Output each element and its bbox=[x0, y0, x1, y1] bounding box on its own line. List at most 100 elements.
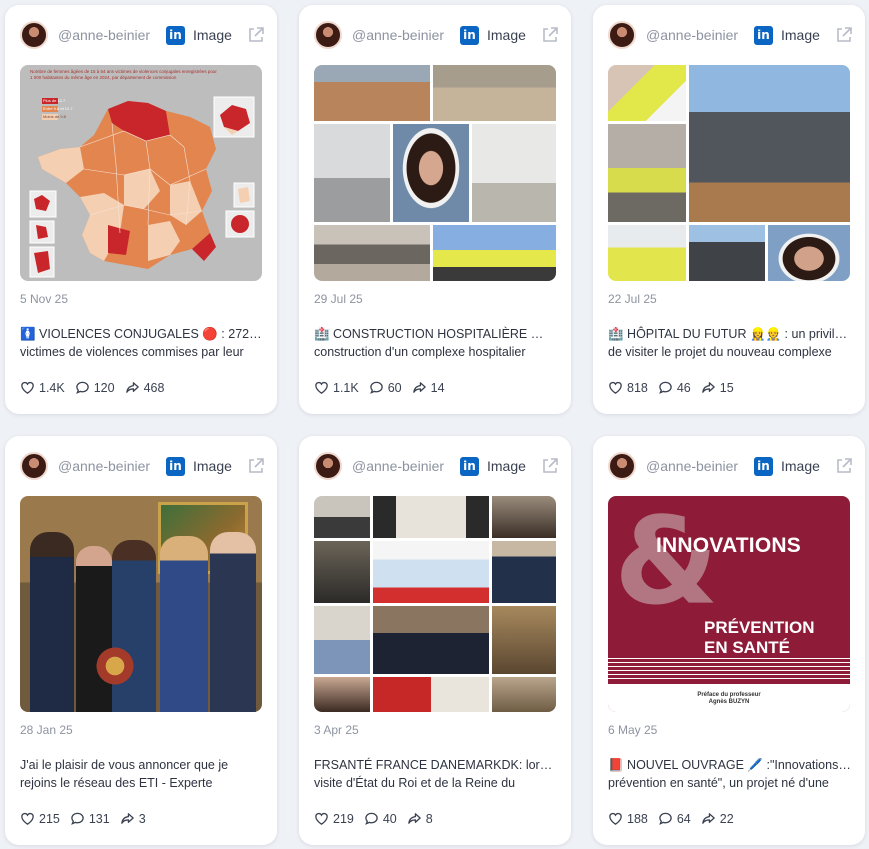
post-text-line: FRSANTÉ FRANCE DANEMARKDK: lors de la bbox=[314, 758, 558, 772]
author-handle[interactable]: @anne-beinier bbox=[646, 458, 746, 474]
likes-stat[interactable]: 188 bbox=[608, 811, 648, 826]
photo-tile bbox=[492, 606, 556, 674]
avatar[interactable] bbox=[314, 452, 342, 480]
post-grid: @anne-beinier in Image Nombre de femmes … bbox=[5, 5, 865, 845]
comments-stat[interactable]: 60 bbox=[369, 380, 402, 395]
comments-stat[interactable]: 64 bbox=[658, 811, 691, 826]
post-text-line: de visiter le projet du nouveau complexe bbox=[608, 345, 832, 359]
reposts-stat[interactable]: 22 bbox=[701, 811, 734, 826]
card-header: @anne-beinier in Image bbox=[608, 20, 853, 50]
post-stats: 1.1K 60 14 bbox=[314, 380, 455, 395]
post-text-line: victimes de violences commises par leur bbox=[20, 345, 244, 359]
photo-tile bbox=[373, 606, 489, 674]
reposts-count: 3 bbox=[138, 811, 146, 826]
post-card[interactable]: @anne-beinier in Image 29 Jul 25 🏥 CONST… bbox=[299, 5, 571, 414]
media-type-label: Image bbox=[193, 27, 232, 43]
post-image-book-cover[interactable]: & INNOVATIONS PRÉVENTION EN SANTÉ Préfac… bbox=[608, 496, 850, 712]
media-type-label: Image bbox=[487, 27, 526, 43]
post-text[interactable]: 🏥 HÔPITAL DU FUTUR 👷‍♀️👷 : un privilège … bbox=[608, 325, 852, 361]
comments-stat[interactable]: 46 bbox=[658, 380, 691, 395]
reposts-count: 22 bbox=[719, 811, 734, 826]
reposts-stat[interactable]: 8 bbox=[407, 811, 433, 826]
external-link-icon[interactable] bbox=[247, 26, 265, 44]
post-text[interactable]: 🚺 VIOLENCES CONJUGALES 🔴 : 272 400 victi… bbox=[20, 325, 264, 361]
reposts-stat[interactable]: 3 bbox=[120, 811, 146, 826]
post-card[interactable]: @anne-beinier in Image Nombre de femmes … bbox=[5, 5, 277, 414]
post-image-collage[interactable] bbox=[314, 65, 556, 281]
avatar[interactable] bbox=[608, 21, 636, 49]
external-link-icon[interactable] bbox=[541, 457, 559, 475]
share-icon bbox=[125, 382, 139, 393]
comments-stat[interactable]: 120 bbox=[75, 380, 115, 395]
share-icon bbox=[701, 382, 715, 393]
avatar[interactable] bbox=[608, 452, 636, 480]
comment-icon bbox=[365, 812, 378, 825]
photo-tile bbox=[608, 124, 686, 222]
likes-stat[interactable]: 818 bbox=[608, 380, 648, 395]
likes-stat[interactable]: 1.4K bbox=[20, 380, 65, 395]
likes-count: 219 bbox=[333, 811, 354, 826]
heart-icon bbox=[21, 381, 34, 394]
comments-stat[interactable]: 131 bbox=[70, 811, 110, 826]
post-image-photo[interactable] bbox=[20, 496, 262, 712]
author-handle[interactable]: @anne-beinier bbox=[58, 27, 158, 43]
book-author: Agnès BUZYN bbox=[708, 699, 750, 705]
avatar[interactable] bbox=[314, 21, 342, 49]
reposts-stat[interactable]: 15 bbox=[701, 380, 734, 395]
photo-tile bbox=[433, 225, 556, 281]
post-date: 22 Jul 25 bbox=[608, 292, 657, 306]
post-image-collage[interactable] bbox=[608, 65, 850, 281]
external-link-icon[interactable] bbox=[541, 26, 559, 44]
post-card[interactable]: @anne-beinier in Image 22 Jul 25 🏥 HÔPIT… bbox=[593, 5, 865, 414]
linkedin-icon: in bbox=[754, 25, 773, 45]
reposts-stat[interactable]: 14 bbox=[412, 380, 445, 395]
photo-tile bbox=[472, 124, 556, 222]
post-text-line: prévention en santé", un projet né d'une bbox=[608, 776, 829, 790]
book-title-2: PRÉVENTION bbox=[704, 618, 815, 637]
post-text[interactable]: FRSANTÉ FRANCE DANEMARKDK: lors de la vi… bbox=[314, 756, 558, 792]
author-handle[interactable]: @anne-beinier bbox=[352, 458, 452, 474]
photo-tile bbox=[608, 225, 686, 281]
comments-stat[interactable]: 40 bbox=[364, 811, 397, 826]
reposts-stat[interactable]: 468 bbox=[125, 380, 165, 395]
post-text-line: 📕 NOUVEL OUVRAGE 🖊️ :"Innovations et bbox=[608, 758, 852, 772]
avatar[interactable] bbox=[20, 452, 48, 480]
likes-stat[interactable]: 1.1K bbox=[314, 380, 359, 395]
person bbox=[160, 536, 208, 712]
post-card[interactable]: @anne-beinier in Image 28 Jan 25 J'ai le… bbox=[5, 436, 277, 845]
likes-stat[interactable]: 215 bbox=[20, 811, 60, 826]
card-header: @anne-beinier in Image bbox=[314, 451, 559, 481]
post-card[interactable]: @anne-beinier in Image & INNOVATIONS PRÉ… bbox=[593, 436, 865, 845]
photo-tile bbox=[492, 496, 556, 538]
photo-tile bbox=[314, 677, 370, 712]
heart-icon bbox=[315, 812, 328, 825]
post-card[interactable]: @anne-beinier in Image 3 Apr 25 FRSANTÉ … bbox=[299, 436, 571, 845]
reposts-count: 468 bbox=[143, 380, 165, 395]
linkedin-icon: in bbox=[460, 456, 479, 476]
france-map bbox=[29, 96, 255, 278]
post-image-map[interactable]: Nombre de femmes âgées de 15 à 64 ans vi… bbox=[20, 65, 262, 281]
author-handle[interactable]: @anne-beinier bbox=[352, 27, 452, 43]
heart-icon bbox=[315, 381, 328, 394]
post-image-collage[interactable] bbox=[314, 496, 556, 712]
post-text[interactable]: 🏥 CONSTRUCTION HOSPITALIÈRE 🏗️ : la cons… bbox=[314, 325, 558, 361]
post-text-line: 🚺 VIOLENCES CONJUGALES 🔴 : 272 400 bbox=[20, 327, 264, 341]
photo-tile bbox=[314, 541, 370, 603]
post-text[interactable]: 📕 NOUVEL OUVRAGE 🖊️ :"Innovations et pré… bbox=[608, 756, 852, 792]
external-link-icon[interactable] bbox=[835, 26, 853, 44]
share-icon bbox=[120, 813, 134, 824]
photo-tile bbox=[314, 124, 390, 222]
comments-count: 64 bbox=[676, 811, 691, 826]
comment-icon bbox=[71, 812, 84, 825]
external-link-icon[interactable] bbox=[835, 457, 853, 475]
comment-icon bbox=[75, 381, 89, 394]
avatar[interactable] bbox=[20, 21, 48, 49]
post-text-line: construction d'un complexe hospitalier bbox=[314, 345, 526, 359]
likes-stat[interactable]: 219 bbox=[314, 811, 354, 826]
external-link-icon[interactable] bbox=[247, 457, 265, 475]
post-text-line: visite d'État du Roi et de la Reine du bbox=[314, 776, 516, 790]
author-handle[interactable]: @anne-beinier bbox=[646, 27, 746, 43]
author-handle[interactable]: @anne-beinier bbox=[58, 458, 158, 474]
media-type-label: Image bbox=[193, 458, 232, 474]
post-text[interactable]: J'ai le plaisir de vous annoncer que je … bbox=[20, 756, 264, 792]
